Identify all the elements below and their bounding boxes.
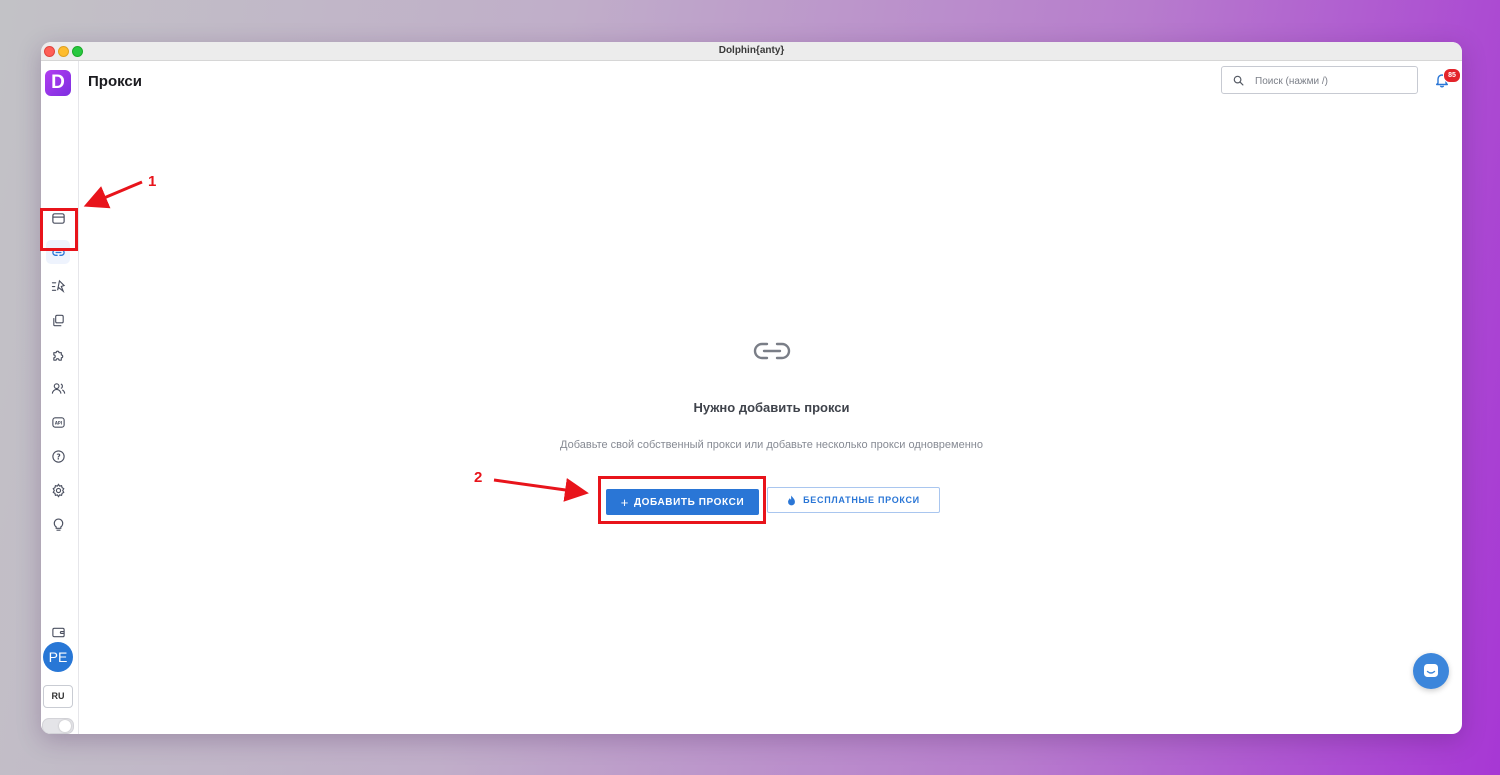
sidebar-item-wallet[interactable] — [46, 620, 70, 644]
add-proxy-button[interactable]: + ДОБАВИТЬ ПРОКСИ — [606, 489, 759, 515]
puzzle-icon — [52, 350, 63, 361]
copy-icon — [52, 314, 64, 326]
sidebar: D API ? PE RU — [41, 61, 79, 734]
browser-window-icon — [51, 212, 65, 224]
sidebar-item-browser-profiles[interactable] — [46, 206, 70, 230]
search-input[interactable] — [1253, 67, 1417, 95]
sidebar-item-settings[interactable] — [46, 478, 70, 502]
sidebar-item-tips[interactable] — [46, 512, 70, 536]
empty-state-subtitle: Добавьте свой собственный прокси или доб… — [560, 439, 983, 451]
sidebar-item-extensions[interactable] — [46, 342, 70, 366]
plus-icon: + — [620, 494, 629, 510]
search-icon — [1233, 75, 1244, 86]
free-proxy-label: БЕСПЛАТНЫЕ ПРОКСИ — [803, 495, 920, 505]
sidebar-item-automation[interactable] — [46, 274, 70, 298]
user-avatar[interactable]: PE — [43, 642, 73, 672]
annotation-number-2: 2 — [474, 469, 483, 486]
fire-icon — [788, 495, 796, 505]
chat-icon — [1424, 664, 1438, 677]
users-icon — [51, 382, 65, 394]
support-chat-button[interactable] — [1413, 653, 1449, 689]
page-title: Прокси — [88, 73, 142, 90]
app-logo[interactable]: D — [45, 70, 71, 96]
link-icon — [753, 342, 791, 360]
lightbulb-icon — [53, 518, 63, 531]
toggle-knob — [59, 720, 71, 732]
sidebar-item-team[interactable] — [46, 376, 70, 400]
sidebar-item-proxy[interactable] — [46, 240, 70, 264]
link-icon — [51, 248, 65, 256]
theme-toggle[interactable] — [42, 718, 74, 734]
notification-count-badge: 85 — [1443, 68, 1461, 83]
wallet-icon — [51, 627, 65, 637]
svg-text:?: ? — [56, 452, 60, 461]
api-icon: API — [51, 416, 65, 428]
svg-text:API: API — [54, 420, 62, 425]
free-proxy-button[interactable]: БЕСПЛАТНЫЕ ПРОКСИ — [767, 487, 940, 513]
sidebar-item-copy[interactable] — [46, 308, 70, 332]
window-title: Dolphin{anty} — [718, 45, 785, 56]
automation-icon — [51, 279, 65, 293]
language-switcher[interactable]: RU — [43, 685, 73, 708]
add-proxy-label: ДОБАВИТЬ ПРОКСИ — [633, 496, 745, 508]
app-window: Dolphin{anty} D API ? PE RU Прокси Поиск… — [41, 42, 1462, 734]
titlebar: Dolphin{anty} — [41, 42, 1462, 61]
annotation-number-1: 1 — [148, 173, 157, 190]
empty-state-title: Нужно добавить прокси — [693, 400, 850, 415]
search-box[interactable] — [1221, 66, 1418, 95]
gear-icon — [51, 482, 65, 498]
